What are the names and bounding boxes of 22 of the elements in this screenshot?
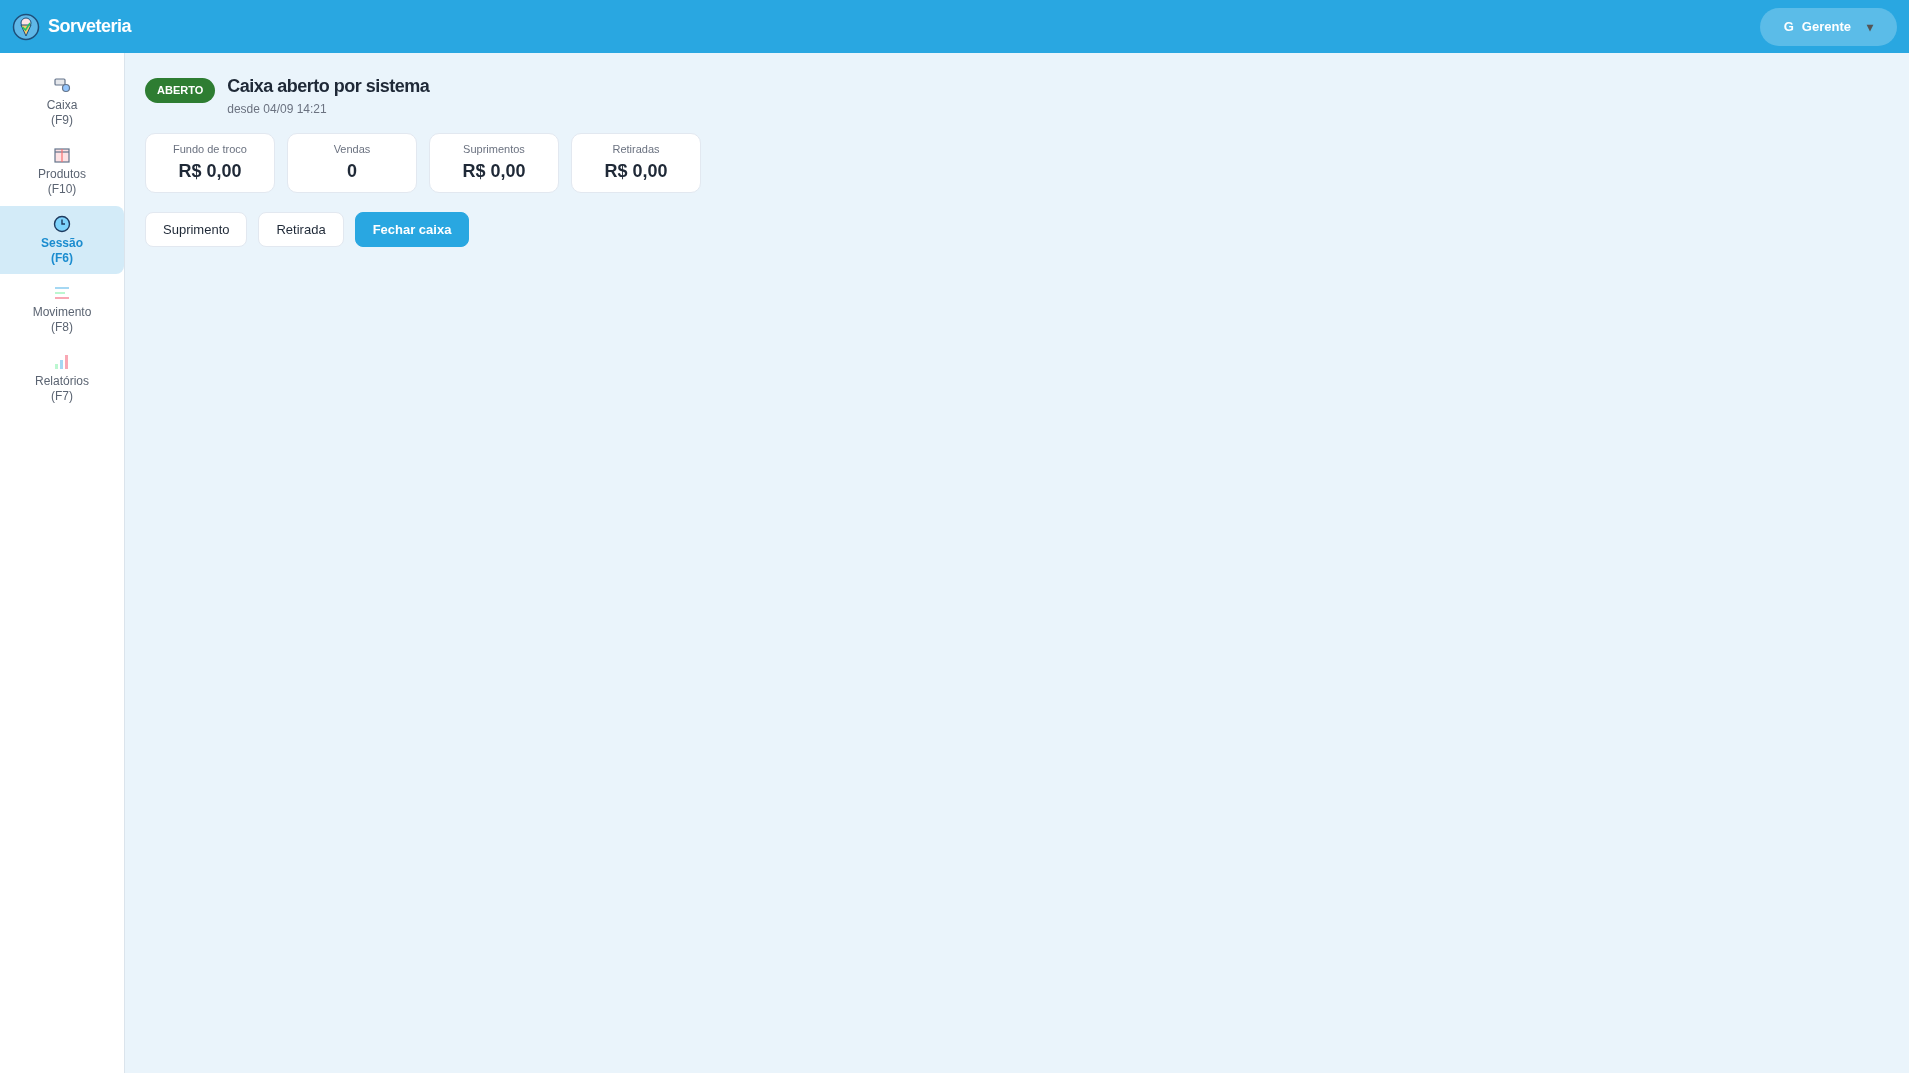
stat-value: 0	[347, 159, 357, 183]
stat-label: Vendas	[333, 142, 371, 158]
session-title: Caixa aberto por sistema	[227, 75, 430, 98]
stat-label: Suprimentos	[463, 142, 525, 158]
clock-icon	[52, 214, 72, 234]
sidebar-item[interactable]: Produtos (F10)	[0, 137, 124, 205]
status-badge: ABERTO	[145, 78, 216, 103]
sidebar-item[interactable]: Caixa (F9)	[0, 68, 124, 136]
app-title: Sorveteria	[48, 15, 132, 38]
user-menu-button[interactable]: G Gerente ▾	[1759, 7, 1897, 46]
stat-label: Retiradas	[612, 142, 660, 158]
stat-value: R$ 0,00	[604, 159, 668, 183]
stat-value: R$ 0,00	[462, 159, 526, 183]
action-button[interactable]: Retirada	[258, 212, 344, 247]
stat-label: Fundo de troco	[173, 142, 247, 158]
sidebar-item[interactable]: Movimento (F8)	[0, 275, 124, 343]
action-button[interactable]: Suprimento	[145, 212, 248, 247]
sidebar-item[interactable]: Relatórios (F7)	[0, 344, 124, 412]
box-icon	[52, 145, 72, 165]
stat-value: R$ 0,00	[178, 159, 242, 183]
session-since: desde 04/09 14:21	[227, 101, 328, 118]
ice-cream-logo-icon	[12, 12, 40, 41]
